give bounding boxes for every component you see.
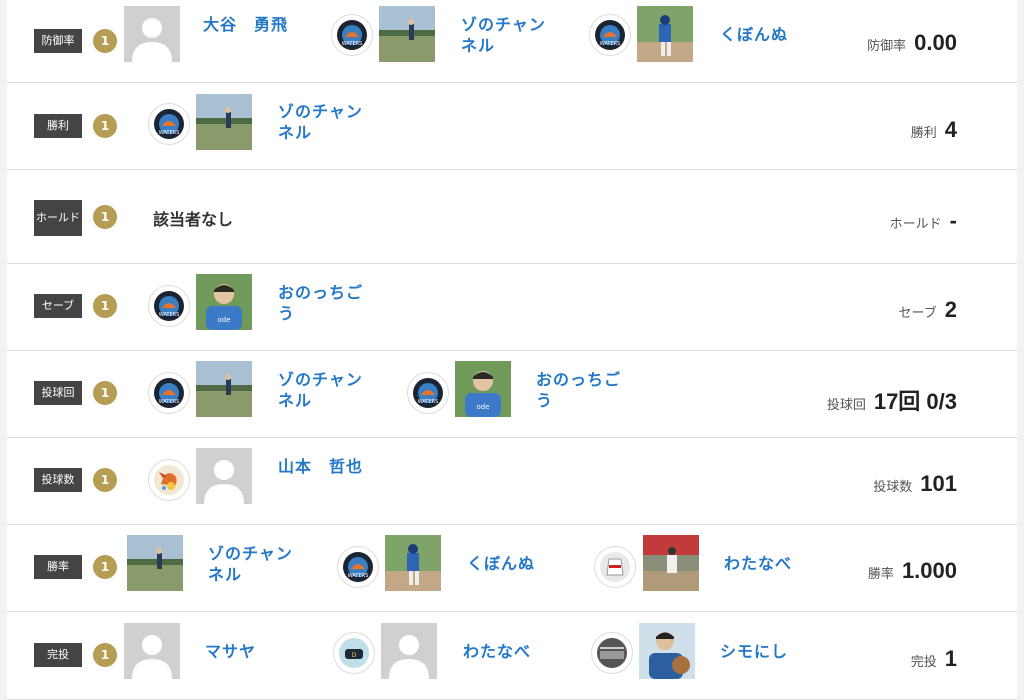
stat-value: 101 [920,471,957,496]
svg-text:WATERS: WATERS [600,41,621,47]
rank-badge: 1 [93,294,117,318]
category-label: 完投 [34,643,82,667]
svg-text:WATERS: WATERS [342,41,363,47]
player-photo[interactable] [639,623,695,679]
player-name-link[interactable]: くぼんぬ [467,553,557,574]
stat-label: 完投 [910,655,937,670]
leader-row-win-pct: 勝率 1 ゾのチャンネル WATERS くぼんぬ わたなべ 勝率 1.000 [7,525,1017,612]
leader-row-era: 防御率 1 大谷 勇飛 WATERS ゾのチャンネル WATERS くぼんぬ 防… [7,0,1017,83]
stat-summary: 勝利 4 [911,117,957,143]
stat-label: 防御率 [867,39,907,54]
stat-summary: 投球数 101 [873,471,957,497]
player-photo[interactable] [379,6,435,62]
player-photo-placeholder[interactable] [124,6,180,62]
stat-summary: ホールド - [890,208,957,234]
player-name-link[interactable]: 大谷 勇飛 [203,14,293,35]
player-name-link[interactable]: ゾのチャンネル [278,101,368,143]
stat-value: - [949,208,957,233]
leader-row-complete-games: 完投 1 マサヤ D わたなべ シモにし 完投 1 [7,612,1017,700]
stat-value: 0.00 [914,30,957,55]
player-photo[interactable] [127,535,183,591]
team-logo-icon: WATERS [589,14,631,56]
team-logo-icon [148,459,190,501]
rank-badge: 1 [93,468,117,492]
player-photo[interactable]: ode [455,361,511,417]
team-logo-icon: WATERS [148,372,190,414]
stat-label: 勝利 [910,126,937,141]
leader-row-holds: ホールド 1 該当者なし ホールド - [7,170,1017,264]
stat-label: セーブ [898,306,937,321]
player-name-link[interactable]: くぼんぬ [720,24,810,45]
svg-text:D: D [352,652,357,659]
player-name-link[interactable]: シモにし [720,641,810,662]
stat-value: 17回 0/3 [873,389,957,414]
stat-label: 投球数 [873,480,913,495]
player-name-link[interactable]: 山本 哲也 [278,456,368,477]
category-label: セーブ [34,294,82,318]
rank-badge: 1 [93,205,117,229]
svg-text:WATERS: WATERS [159,312,180,318]
stat-value: 2 [944,297,957,322]
pitching-leaders-table: 防御率 1 大谷 勇飛 WATERS ゾのチャンネル WATERS くぼんぬ 防… [7,0,1017,700]
team-logo-icon: WATERS [148,285,190,327]
svg-text:WATERS: WATERS [348,573,369,579]
player-photo[interactable] [637,6,693,62]
player-photo[interactable] [385,535,441,591]
no-qualifier-text: 該当者なし [153,210,234,229]
leader-row-innings: 投球回 1 WATERS ゾのチャンネル WATERS ode おのっちごう 投… [7,351,1017,438]
stat-value: 1 [944,646,957,671]
team-logo-icon: WATERS [407,372,449,414]
stat-label: 投球回 [826,398,866,413]
category-label: ホールド [34,200,82,236]
category-label: 投球回 [34,381,82,405]
player-name-link[interactable]: わたなべ [724,553,814,574]
category-label: 投球数 [34,468,82,492]
player-photo-placeholder[interactable] [196,448,252,504]
stat-value: 1.000 [901,558,957,583]
player-photo[interactable] [643,535,699,591]
rank-badge: 1 [93,555,117,579]
player-photo[interactable]: ode [196,274,252,330]
player-name-link[interactable]: ゾのチャンネル [278,369,368,411]
stat-summary: 投球回 17回 0/3 [827,384,957,416]
svg-text:ode: ode [476,403,489,411]
rank-badge: 1 [93,29,117,53]
player-name-link[interactable]: マサヤ [205,641,295,662]
stat-summary: 防御率 0.00 [867,30,957,56]
svg-text:WATERS: WATERS [418,399,439,405]
svg-text:WATERS: WATERS [159,399,180,405]
rank-badge: 1 [93,643,117,667]
player-photo-placeholder[interactable] [124,623,180,679]
category-label: 防御率 [34,29,82,53]
leader-row-pitch-count: 投球数 1 山本 哲也 投球数 101 [7,438,1017,525]
stat-label: 勝率 [867,567,894,582]
category-label: 勝率 [34,555,82,579]
stat-label: ホールド [889,217,942,232]
player-name-link[interactable]: おのっちごう [536,369,626,411]
team-logo-icon [594,546,636,588]
player-name-link[interactable]: ゾのチャンネル [461,14,551,56]
stat-summary: 完投 1 [911,646,957,672]
team-logo-icon: WATERS [148,103,190,145]
player-photo[interactable] [196,361,252,417]
player-photo-placeholder[interactable] [381,623,437,679]
player-photo[interactable] [196,94,252,150]
rank-badge: 1 [93,114,117,138]
team-logo-icon: WATERS [337,546,379,588]
team-logo-icon: D [333,632,375,674]
stat-value: 4 [944,117,957,142]
player-name-link[interactable]: わたなべ [463,641,553,662]
svg-text:ode: ode [217,316,230,324]
stat-summary: セーブ 2 [899,297,957,323]
player-name-link[interactable]: おのっちごう [278,282,368,324]
category-label: 勝利 [34,114,82,138]
leader-row-wins: 勝利 1 WATERS ゾのチャンネル 勝利 4 [7,83,1017,170]
svg-text:WATERS: WATERS [159,130,180,136]
rank-badge: 1 [93,381,117,405]
player-name-link[interactable]: ゾのチャンネル [208,543,298,585]
team-logo-icon [591,632,633,674]
stat-summary: 勝率 1.000 [868,558,957,584]
team-logo-icon: WATERS [331,14,373,56]
leader-row-saves: セーブ 1 WATERS ode おのっちごう セーブ 2 [7,264,1017,351]
